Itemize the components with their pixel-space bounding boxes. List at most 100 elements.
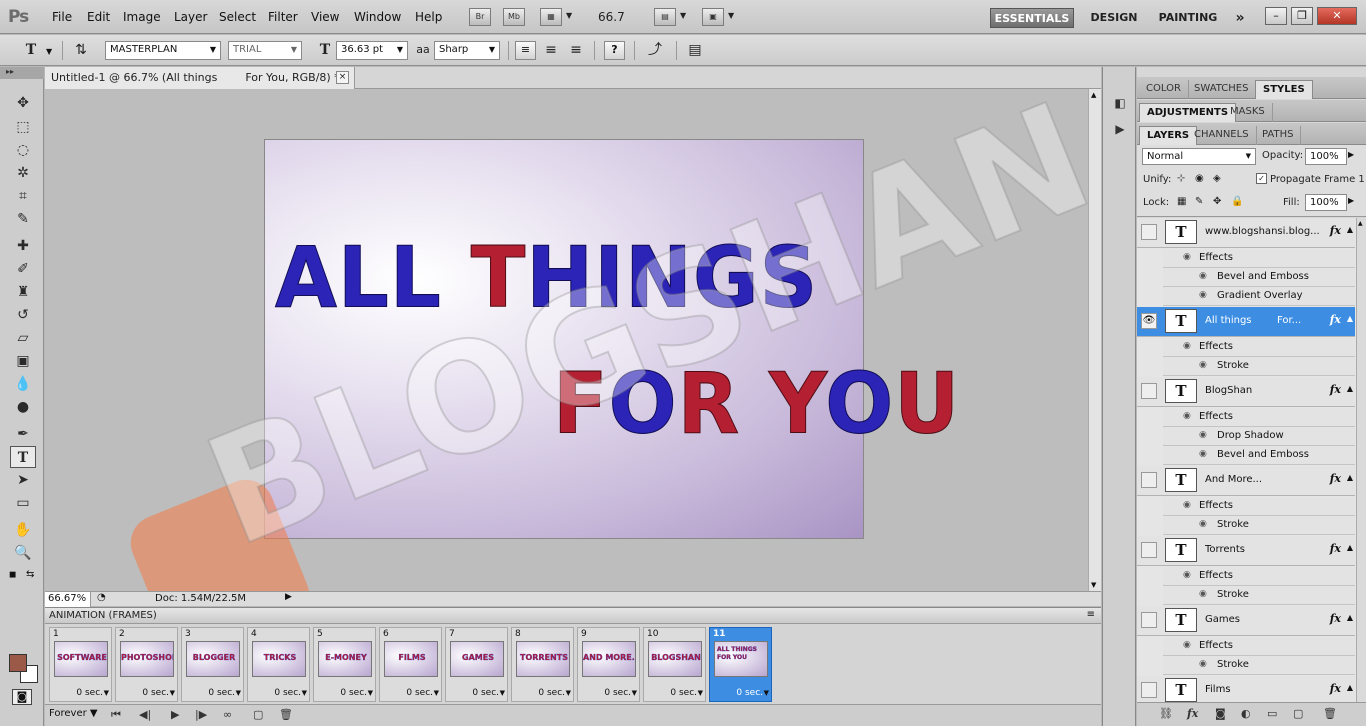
effects-row[interactable]: ◉ Effects	[1163, 567, 1355, 586]
status-menu-arrow-icon[interactable]: ▶	[285, 592, 292, 602]
fx-icon[interactable]: fx	[1330, 224, 1341, 237]
chevron-down-icon[interactable]: ▼	[698, 689, 703, 697]
effect-item[interactable]: ◉ Stroke	[1163, 586, 1355, 605]
animation-frame[interactable]: 9 AND MORE... 0 sec. ▼	[577, 627, 640, 702]
unify-visibility-icon[interactable]: ◉	[1195, 173, 1204, 184]
tab-styles[interactable]: STYLES	[1255, 80, 1313, 99]
frame-delay[interactable]: 0 sec.	[380, 688, 441, 698]
new-layer-icon[interactable]: ▢	[1293, 707, 1303, 720]
eye-icon[interactable]: ◉	[1199, 449, 1207, 459]
bridge-button[interactable]: Br	[469, 8, 491, 26]
clone-stamp-icon[interactable]: ♜	[10, 281, 36, 303]
expand-effects-icon[interactable]: ▲	[1347, 384, 1353, 393]
tab-swatches[interactable]: SWATCHES	[1187, 80, 1257, 99]
menu-image[interactable]: Image	[123, 10, 161, 24]
chevron-down-icon[interactable]: ▼	[236, 689, 241, 697]
lock-position-icon[interactable]: ✥	[1213, 196, 1221, 207]
orientation-icon[interactable]: ⇅	[70, 40, 92, 61]
view-extras-button[interactable]: ▦	[540, 8, 562, 26]
lasso-tool-icon[interactable]: ◌	[10, 139, 36, 161]
mini-bridge-button[interactable]: Mb	[503, 8, 525, 26]
menu-select[interactable]: Select	[219, 10, 256, 24]
tab-masks[interactable]: MASKS	[1223, 103, 1273, 122]
eye-icon[interactable]: 👁	[1141, 313, 1157, 329]
canvas[interactable]: ALL THINGS FOR YOU	[264, 139, 960, 539]
vertical-scrollbar[interactable]: ▲ ▼	[1088, 89, 1101, 591]
shape-tool-icon[interactable]: ▭	[10, 492, 36, 514]
unify-position-icon[interactable]: ⊹	[1177, 173, 1185, 184]
healing-brush-icon[interactable]: ✚	[10, 235, 36, 257]
frame-delay[interactable]: 0 sec.	[578, 688, 639, 698]
eye-icon[interactable]: ◉	[1183, 341, 1191, 351]
status-zoom[interactable]: 66.67%	[45, 592, 91, 607]
foreground-color-swatch[interactable]	[9, 654, 27, 672]
move-tool-icon[interactable]: ✥	[10, 92, 36, 114]
menu-edit[interactable]: Edit	[87, 10, 110, 24]
frame-delay[interactable]: 0 sec.	[248, 688, 309, 698]
visibility-toggle[interactable]	[1141, 383, 1157, 399]
minimize-button[interactable]: –	[1265, 7, 1287, 25]
effect-item[interactable]: ◉ Stroke	[1163, 516, 1355, 535]
layer-row[interactable]: T BlogShan fx ▲	[1137, 377, 1355, 407]
crop-tool-icon[interactable]: ⌗	[10, 185, 36, 207]
chevron-down-icon[interactable]: ▼	[566, 11, 572, 20]
fx-icon[interactable]: fx	[1330, 682, 1341, 695]
tab-color[interactable]: COLOR	[1139, 80, 1189, 99]
expand-effects-icon[interactable]: ▲	[1347, 225, 1353, 234]
layer-row[interactable]: T Torrents fx ▲	[1137, 536, 1355, 566]
document-workspace[interactable]: ALL THINGS FOR YOU BLOGSHAN	[45, 89, 1088, 591]
fx-icon[interactable]: fx	[1330, 612, 1341, 625]
eye-icon[interactable]: ◉	[1183, 252, 1191, 262]
menu-file[interactable]: File	[52, 10, 72, 24]
document-tab[interactable]: Untitled-1 @ 66.7% (All things For You, …	[45, 67, 355, 89]
frame-delay[interactable]: 0 sec.	[710, 688, 771, 698]
align-right-button[interactable]: ≡	[565, 40, 587, 61]
scroll-down-icon[interactable]: ▼	[1091, 581, 1096, 589]
pen-tool-icon[interactable]: ✒	[10, 423, 36, 445]
layer-row[interactable]: T Films fx ▲	[1137, 676, 1355, 702]
eyedropper-tool-icon[interactable]: ✎	[10, 208, 36, 230]
effect-item[interactable]: ◉ Drop Shadow	[1163, 427, 1355, 446]
fx-icon[interactable]: fx	[1330, 313, 1341, 326]
fx-icon[interactable]: fx	[1330, 542, 1341, 555]
animation-frame[interactable]: 11 ALL THINGS FOR YOU 0 sec. ▼	[709, 627, 772, 702]
frame-delay[interactable]: 0 sec.	[50, 688, 111, 698]
animation-frame[interactable]: 8 TORRENTS 0 sec. ▼	[511, 627, 574, 702]
warp-text-icon[interactable]: ⤴	[644, 40, 666, 61]
delete-frame-icon[interactable]: 🗑	[279, 708, 293, 721]
effects-row[interactable]: ◉ Effects	[1163, 637, 1355, 656]
first-frame-icon[interactable]: ⏮	[111, 708, 121, 722]
fill-arrow-icon[interactable]: ▶	[1348, 196, 1354, 205]
effects-row[interactable]: ◉ Effects	[1163, 408, 1355, 427]
play-icon[interactable]: ▶	[171, 708, 179, 721]
fx-icon[interactable]: fx	[1330, 472, 1341, 485]
eye-icon[interactable]: ◉	[1199, 360, 1207, 370]
path-selection-icon[interactable]: ➤	[10, 469, 36, 491]
chevron-down-icon[interactable]: ▼	[500, 689, 505, 697]
new-group-icon[interactable]: ▭	[1267, 707, 1277, 720]
chevron-down-icon[interactable]: ▼	[632, 689, 637, 697]
chevron-down-icon[interactable]: ▼	[46, 47, 52, 56]
opacity-arrow-icon[interactable]: ▶	[1348, 150, 1354, 159]
chevron-down-icon[interactable]: ▼	[566, 689, 571, 697]
panel-grip[interactable]: ▸▸	[0, 67, 44, 79]
font-family-select[interactable]: MASTERPLAN ▼	[105, 41, 221, 60]
layer-row[interactable]: T Games fx ▲	[1137, 606, 1355, 636]
workspace-more-button[interactable]: »	[1230, 8, 1250, 28]
link-layers-icon[interactable]: ⛓	[1159, 707, 1173, 720]
eye-icon[interactable]: ◉	[1199, 589, 1207, 599]
scroll-up-icon[interactable]: ▲	[1091, 91, 1096, 99]
add-mask-icon[interactable]: ◙	[1215, 707, 1226, 720]
effects-row[interactable]: ◉ Effects	[1163, 249, 1355, 268]
lock-all-icon[interactable]: 🔒	[1231, 196, 1243, 207]
effect-item[interactable]: ◉ Stroke	[1163, 357, 1355, 376]
visibility-toggle[interactable]	[1141, 224, 1157, 240]
workspace-design[interactable]: DESIGN	[1086, 8, 1142, 28]
animation-frame[interactable]: 3 BLOGGER 0 sec. ▼	[181, 627, 244, 702]
expand-effects-icon[interactable]: ▲	[1347, 613, 1353, 622]
loop-select[interactable]: Forever ▼	[49, 708, 98, 719]
align-center-button[interactable]: ≡	[540, 40, 562, 61]
chevron-down-icon[interactable]: ▼	[104, 689, 109, 697]
quick-mask-icon[interactable]: ◙	[12, 689, 32, 705]
unify-style-icon[interactable]: ◈	[1213, 173, 1221, 184]
